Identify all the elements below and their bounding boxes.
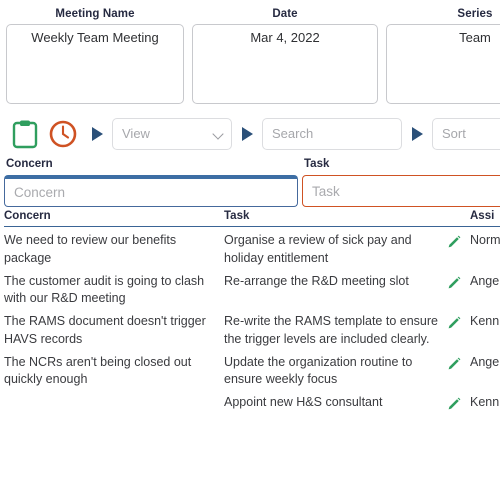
cell-assignee: Ange [470,273,500,288]
chevron-down-icon [212,127,224,140]
edit-pencil-icon[interactable] [446,313,470,331]
cell-task: Update the organization routine to ensur… [224,354,413,387]
meeting-concerns-page: Meeting Name Weekly Team Meeting Date Ma… [0,0,500,500]
search-input[interactable]: Search [262,117,402,150]
cell-concern: The NCRs aren't being closed out quickly… [4,354,192,387]
summary-card-date: Date Mar 4, 2022 [192,0,378,104]
concern-entry-group: Concern Concern [4,150,302,207]
summary-card-label: Date [272,8,298,20]
table-row[interactable]: We need to review our benefits package O… [4,227,500,268]
column-header-concern[interactable]: Concern [4,210,224,222]
play-triangle-icon [91,126,103,141]
edit-pencil-icon[interactable] [446,273,470,291]
column-header-assignee[interactable]: Assi [470,210,500,222]
concern-input[interactable]: Concern [4,175,298,207]
table-row[interactable]: Appoint new H&S consultant Kenn [4,389,500,412]
play-triangle-icon [241,126,253,141]
play-triangle-icon [411,126,423,141]
cell-concern: The RAMS document doesn't trigger HAVS r… [4,314,206,346]
summary-card-value: Weekly Team Meeting [31,30,159,45]
task-entry-group: Task Task [302,150,500,207]
table-row[interactable]: The customer audit is going to clash wit… [4,268,500,309]
search-input-placeholder: Search [272,126,314,141]
table-row[interactable]: The RAMS document doesn't trigger HAVS r… [4,308,500,349]
cell-assignee: Kenn [470,395,500,409]
cell-assignee: Norm [470,233,500,247]
summary-card-box[interactable]: Team [386,24,500,104]
entry-fields: Concern Concern Task Task [0,150,500,207]
summary-card-box[interactable]: Weekly Team Meeting [6,24,184,104]
task-input[interactable]: Task [302,175,500,207]
cell-task: Re-arrange the R&D meeting slot [224,273,409,288]
view-select[interactable]: View [112,117,232,150]
arrow-icon-1[interactable] [82,126,112,141]
summary-card-label: Series [457,8,493,20]
cell-concern: We need to review our benefits package [4,233,177,265]
summary-card-box[interactable]: Mar 4, 2022 [192,24,378,104]
table-header-row: Concern Task Assi [4,210,500,227]
sort-input[interactable]: Sort [432,117,500,150]
summary-card-meeting-name: Meeting Name Weekly Team Meeting [6,0,184,104]
cell-task: Re-write the RAMS template to ensure the… [224,314,438,346]
arrow-icon-3[interactable] [402,126,432,141]
task-field-label: Task [304,158,330,170]
clock-icon[interactable] [44,119,82,149]
column-header-edit [446,210,470,222]
summary-card-value: Mar 4, 2022 [250,30,320,45]
clipboard-icon[interactable] [6,119,44,149]
concerns-table: Concern Task Assi We need to review our … [0,210,500,412]
edit-pencil-icon[interactable] [446,394,470,412]
arrow-icon-2[interactable] [232,126,262,141]
cell-assignee: Kenn [470,314,500,328]
concern-input-placeholder: Concern [14,185,66,200]
edit-pencil-icon[interactable] [446,232,470,250]
sort-input-placeholder: Sort [442,126,466,141]
table-row[interactable]: The NCRs aren't being closed out quickly… [4,349,500,390]
summary-card-label: Meeting Name [55,8,135,20]
cell-task: Organise a review of sick pay and holida… [224,233,412,265]
summary-card-series: Series Team [386,0,500,104]
concern-field-label: Concern [6,158,53,170]
task-input-placeholder: Task [312,183,340,199]
summary-card-value: Team [459,30,491,45]
edit-pencil-icon[interactable] [446,354,470,372]
column-header-task[interactable]: Task [224,210,446,222]
toolbar: View Search Sort [0,104,500,150]
cell-task: Appoint new H&S consultant [224,395,383,409]
view-select-value: View [122,126,150,141]
meeting-summary-cards: Meeting Name Weekly Team Meeting Date Ma… [0,0,500,104]
cell-concern: The customer audit is going to clash wit… [4,273,205,306]
cell-assignee: Ange [470,354,500,369]
